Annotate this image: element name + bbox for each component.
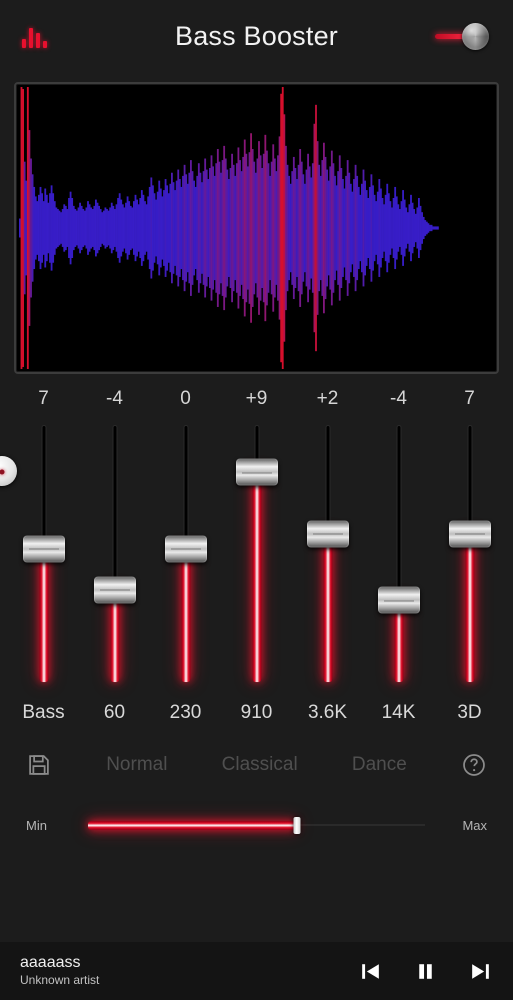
eq-band-label: 3.6K	[307, 702, 348, 723]
slider-fill	[110, 589, 119, 682]
eq-band-label: Bass	[22, 702, 65, 723]
track-title: aaaaass	[20, 954, 81, 972]
audio-waveform-visualizer[interactable]	[19, 87, 494, 369]
eq-slider-14k[interactable]	[363, 418, 434, 690]
boost-fill	[88, 820, 297, 830]
eq-slider-230[interactable]	[150, 418, 221, 690]
toggle-knob	[462, 23, 489, 50]
slider-thumb[interactable]	[306, 520, 349, 548]
eq-value: -4	[106, 388, 123, 409]
power-toggle-switch[interactable]	[435, 21, 491, 51]
boost-thumb[interactable]	[293, 816, 301, 834]
slider-thumb[interactable]	[93, 576, 136, 604]
boost-min-label: Min	[26, 817, 47, 833]
slider-thumb[interactable]	[235, 458, 278, 486]
next-track-icon[interactable]	[468, 959, 493, 984]
help-question-icon[interactable]	[461, 752, 487, 778]
bass-boost-slider[interactable]	[88, 816, 425, 834]
app-header: Bass Booster	[0, 0, 513, 72]
eq-slider-bass[interactable]	[8, 418, 79, 690]
slider-fill	[39, 548, 48, 682]
equalizer-slider-row	[0, 418, 513, 690]
preset-normal[interactable]: Normal	[106, 754, 167, 776]
eq-bar	[43, 41, 47, 48]
preset-classical[interactable]: Classical	[222, 754, 298, 776]
eq-value: 7	[464, 388, 475, 409]
save-floppy-icon[interactable]	[26, 752, 52, 778]
eq-band-label-row: Bass 60 230 910 3.6K 14K 3D	[0, 702, 513, 724]
preset-row: Normal Classical Dance	[0, 742, 513, 788]
preset-list: Normal Classical Dance	[52, 754, 461, 776]
slider-fill	[181, 548, 190, 682]
eq-band-label: 230	[169, 702, 202, 723]
track-artist: Unknown artist	[20, 973, 100, 988]
eq-band-label: 14K	[381, 702, 416, 723]
equalizer-bars-icon[interactable]	[22, 24, 56, 48]
slider-fill	[323, 533, 332, 682]
slider-thumb[interactable]	[377, 586, 420, 614]
eq-band-label: 3D	[457, 702, 482, 723]
slider-thumb[interactable]	[448, 520, 491, 548]
eq-bar	[36, 33, 40, 48]
transport-controls	[358, 959, 493, 984]
eq-bar	[29, 28, 33, 48]
eq-value: +9	[245, 388, 268, 409]
previous-track-icon[interactable]	[358, 959, 383, 984]
bass-boost-slider-row: Min Max	[0, 802, 513, 848]
eq-value: +2	[316, 388, 339, 409]
eq-value: 7	[38, 388, 49, 409]
slider-fill	[252, 472, 261, 682]
eq-slider-3.6k[interactable]	[292, 418, 363, 690]
slider-thumb[interactable]	[22, 535, 65, 563]
player-bar: aaaaass Unknown artist	[0, 942, 513, 1000]
eq-slider-3d[interactable]	[434, 418, 505, 690]
eq-slider-60[interactable]	[79, 418, 150, 690]
eq-band-label: 60	[103, 702, 126, 723]
slider-fill	[465, 533, 474, 682]
eq-bar	[22, 39, 26, 48]
pause-icon[interactable]	[413, 959, 438, 984]
slider-thumb[interactable]	[164, 535, 207, 563]
eq-value: -4	[390, 388, 407, 409]
eq-slider-910[interactable]	[221, 418, 292, 690]
preset-dance[interactable]: Dance	[352, 754, 407, 776]
eq-value: 0	[180, 388, 191, 409]
eq-value-row: 7 -4 0 +9 +2 -4 7	[0, 388, 513, 410]
boost-max-label: Max	[462, 817, 487, 833]
track-meta: aaaaass Unknown artist	[20, 953, 99, 989]
eq-band-label: 910	[240, 702, 273, 723]
visualizer-panel	[14, 82, 499, 374]
waveform-svg	[19, 87, 439, 369]
